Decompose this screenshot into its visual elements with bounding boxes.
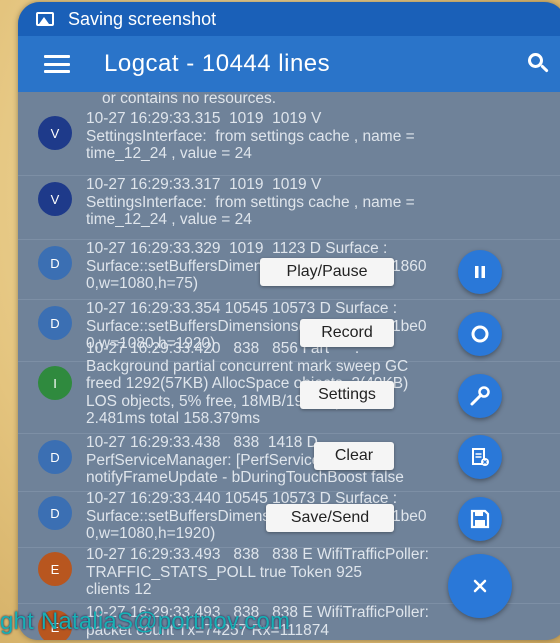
close-icon [473, 579, 487, 593]
log-row[interactable]: V 10-27 16:29:33.315 1019 1019 V Setting… [18, 110, 560, 176]
app-bar: Logcat - 10444 lines [18, 36, 560, 92]
level-badge: I [38, 366, 72, 400]
level-badge: D [38, 306, 72, 340]
record-icon [471, 325, 489, 343]
clear-button[interactable] [458, 435, 502, 479]
status-text: Saving screenshot [68, 8, 217, 29]
search-icon[interactable] [518, 44, 558, 84]
level-badge: D [38, 496, 72, 530]
hamburger-menu-icon[interactable] [44, 55, 70, 73]
record-button[interactable] [458, 312, 502, 356]
level-badge: V [38, 182, 72, 216]
settings-label[interactable]: Settings [300, 381, 394, 409]
save-send-button[interactable] [458, 497, 502, 541]
play-pause-button[interactable] [458, 250, 502, 294]
log-partial-line: or contains no resources. [102, 92, 277, 107]
clear-icon [472, 448, 489, 466]
status-bar: Saving screenshot [18, 2, 560, 36]
level-badge: V [38, 116, 72, 150]
level-badge: E [38, 552, 72, 586]
app-title: Logcat - 10444 lines [104, 50, 331, 77]
clear-label[interactable]: Clear [314, 442, 394, 470]
watermark-text: ght NataliaS@portnov.com [0, 608, 291, 635]
play-pause-label[interactable]: Play/Pause [260, 258, 394, 286]
phone-screen: Saving screenshot Logcat - 10444 lines o… [18, 2, 560, 640]
log-text: 10-27 16:29:33.315 1019 1019 V SettingsI… [86, 110, 415, 162]
close-menu-button[interactable] [448, 554, 512, 618]
level-badge: D [38, 440, 72, 474]
save-send-label[interactable]: Save/Send [266, 504, 394, 532]
save-icon [470, 509, 490, 529]
image-icon [36, 12, 54, 26]
log-text: 10-27 16:29:33.317 1019 1019 V SettingsI… [86, 176, 415, 228]
wrench-icon [470, 386, 490, 406]
log-row[interactable]: V 10-27 16:29:33.317 1019 1019 V Setting… [18, 176, 560, 240]
settings-button[interactable] [458, 374, 502, 418]
pause-icon [475, 266, 485, 278]
level-badge: D [38, 246, 72, 280]
record-label[interactable]: Record [300, 319, 394, 347]
